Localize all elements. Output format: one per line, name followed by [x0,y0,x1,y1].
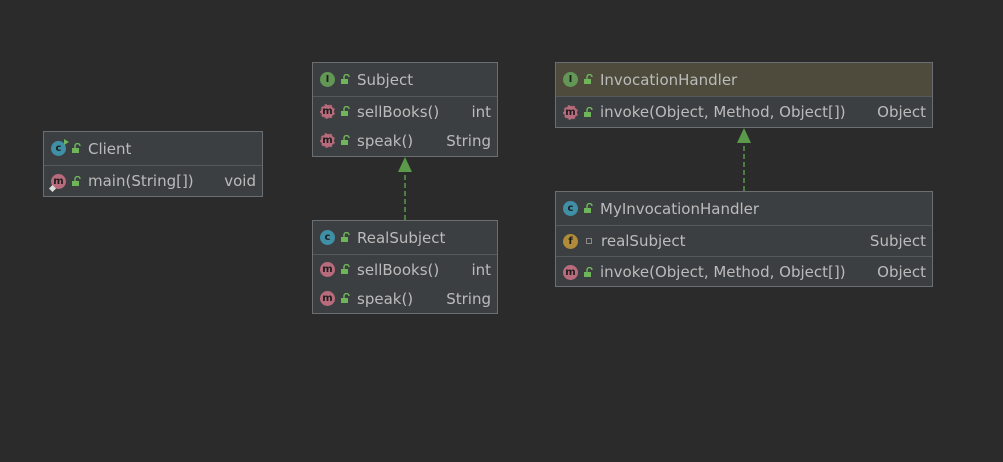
lock-open-icon [72,175,81,186]
return-type: Object [877,263,926,281]
return-type: String [446,131,491,150]
method-row[interactable]: m speak() String [313,284,497,313]
lock-open-icon [341,106,350,116]
class-name: MyInvocationHandler [600,199,760,218]
interface-icon: I [563,72,578,87]
lock-open-icon [584,106,593,117]
return-type: void [224,172,256,190]
return-type: String [446,289,491,308]
client-class-box[interactable]: c Client m main(String[]) void [43,131,263,197]
method-name: speak() [357,131,414,150]
field-name: realSubject [601,232,686,250]
class-name: Subject [357,70,414,89]
lock-open-icon [341,232,350,242]
lock-open-icon [584,266,593,277]
package-private-icon [586,238,592,244]
interface-icon: I [320,72,335,87]
return-type: int [471,260,491,279]
method-icon: m [320,262,335,277]
class-header[interactable]: I InvocationHandler [556,63,932,97]
method-row[interactable]: m main(String[]) void [44,166,262,196]
method-name: sellBooks() [357,260,440,279]
class-name: Client [88,139,132,158]
lock-open-icon [341,74,350,84]
method-row[interactable]: m invoke(Object, Method, Object[]) Objec… [556,97,932,127]
method-row[interactable]: m speak() String [313,126,497,155]
class-icon: c [51,139,69,156]
lock-open-icon [584,74,593,84]
method-name: speak() [357,289,414,308]
method-icon: m [563,264,578,280]
lock-open-icon [341,135,350,145]
field-row[interactable]: f realSubject Subject [556,226,932,256]
realization-arrow-realsubject-subject [398,157,412,220]
field-icon: f [563,233,578,249]
realization-arrow-myhandler-handler [737,128,751,191]
class-header[interactable]: c RealSubject [313,221,497,255]
method-name: sellBooks() [357,102,440,121]
lock-open-icon [584,203,593,213]
method-row[interactable]: m invoke(Object, Method, Object[]) Objec… [556,257,932,287]
method-row[interactable]: m sellBooks() int [313,255,497,284]
class-name: RealSubject [357,228,446,247]
class-icon: c [320,230,335,245]
subject-interface-box[interactable]: I Subject m sellBooks() int m speak() St… [312,62,498,157]
method-name: main(String[]) [88,172,194,190]
return-type: int [471,102,491,121]
lock-open-icon [72,143,81,153]
class-header[interactable]: I Subject [313,63,497,97]
class-header[interactable]: c MyInvocationHandler [556,192,932,226]
realsubject-class-box[interactable]: c RealSubject m sellBooks() int m speak(… [312,220,498,314]
method-icon: m [320,291,335,306]
method-name: invoke(Object, Method, Object[]) [600,263,846,281]
abstract-method-icon: m [320,133,335,148]
class-name: InvocationHandler [600,70,738,89]
field-type: Subject [869,232,926,250]
myinvocationhandler-class-box[interactable]: c MyInvocationHandler f realSubject Subj… [555,191,933,287]
abstract-method-icon: m [563,104,578,120]
class-icon: c [563,201,578,216]
method-row[interactable]: m sellBooks() int [313,97,497,126]
class-header[interactable]: c Client [44,132,262,166]
abstract-method-icon: m [320,104,335,119]
method-name: invoke(Object, Method, Object[]) [600,103,846,121]
method-icon: m [48,173,66,192]
invocationhandler-interface-box[interactable]: I InvocationHandler m invoke(Object, Met… [555,62,933,128]
lock-open-icon [341,264,350,274]
return-type: Object [877,103,926,121]
lock-open-icon [341,293,350,303]
